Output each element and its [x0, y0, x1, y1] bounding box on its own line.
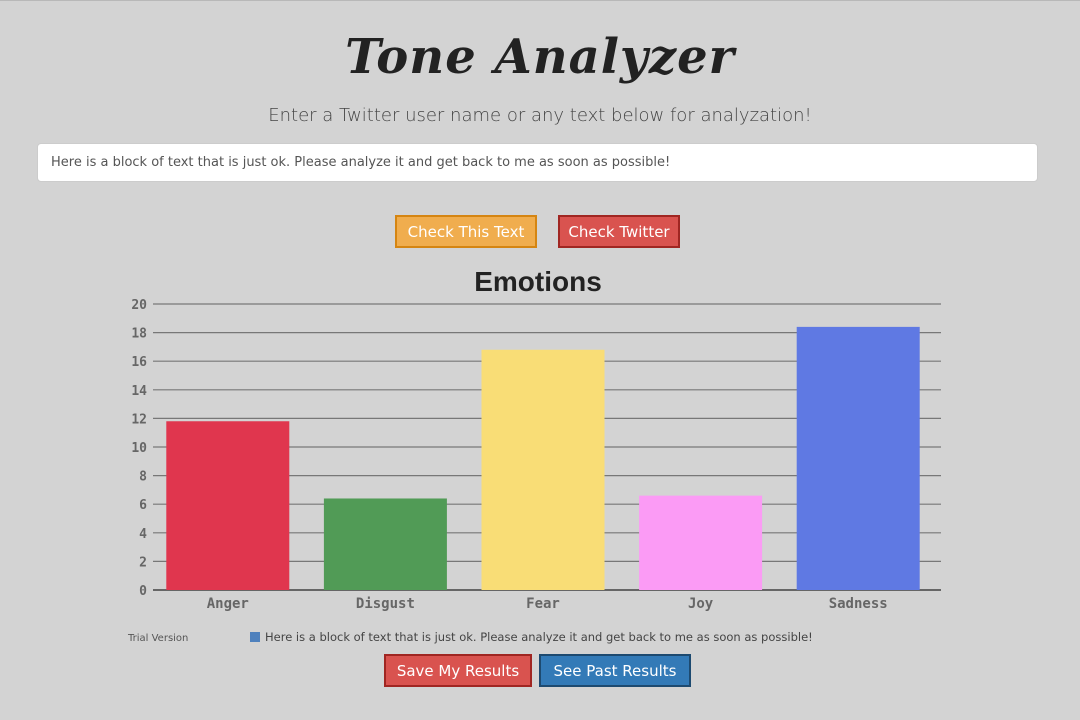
bar-joy[interactable]	[639, 495, 763, 590]
y-tick-label: 18	[131, 327, 147, 342]
bar-fear[interactable]	[481, 349, 605, 590]
x-tick-label: Joy	[688, 596, 714, 612]
y-tick-label: 2	[139, 555, 147, 570]
check-twitter-button[interactable]: Check Twitter	[558, 215, 680, 248]
y-tick-label: 20	[131, 298, 147, 313]
x-tick-label: Fear	[526, 596, 560, 612]
y-tick-label: 4	[139, 527, 147, 542]
bar-anger[interactable]	[166, 421, 290, 590]
bar-sadness[interactable]	[796, 326, 920, 590]
chart-legend[interactable]: Here is a block of text that is just ok.…	[250, 629, 813, 645]
subtitle: Enter a Twitter user name or any text be…	[268, 105, 812, 126]
chart-title: Emotions	[474, 266, 602, 297]
see-past-results-button[interactable]: See Past Results	[539, 654, 691, 687]
y-tick-label: 10	[131, 441, 147, 456]
y-tick-label: 16	[131, 355, 147, 370]
y-tick-label: 8	[139, 470, 147, 485]
trial-version-label: Trial Version	[128, 633, 189, 644]
y-tick-label: 12	[131, 412, 147, 427]
emotions-chart: Emotions 0 2 4 6 8 10 12 14 16 18 20 Anger Disgust F…	[131, 266, 941, 612]
x-tick-label: Sadness	[829, 596, 888, 612]
legend-label: Here is a block of text that is just ok.…	[265, 630, 813, 644]
y-tick-label: 6	[139, 498, 147, 513]
y-tick-label: 0	[139, 584, 147, 599]
text-input[interactable]	[37, 143, 1038, 182]
bar-disgust[interactable]	[323, 498, 447, 590]
check-text-button[interactable]: Check This Text	[395, 215, 537, 248]
legend-swatch	[250, 632, 260, 642]
x-tick-label: Anger	[207, 596, 249, 612]
y-tick-label: 14	[131, 384, 147, 399]
x-tick-label: Disgust	[356, 596, 415, 612]
app-title: Tone Analyzer	[345, 29, 735, 85]
save-results-button[interactable]: Save My Results	[384, 654, 532, 687]
